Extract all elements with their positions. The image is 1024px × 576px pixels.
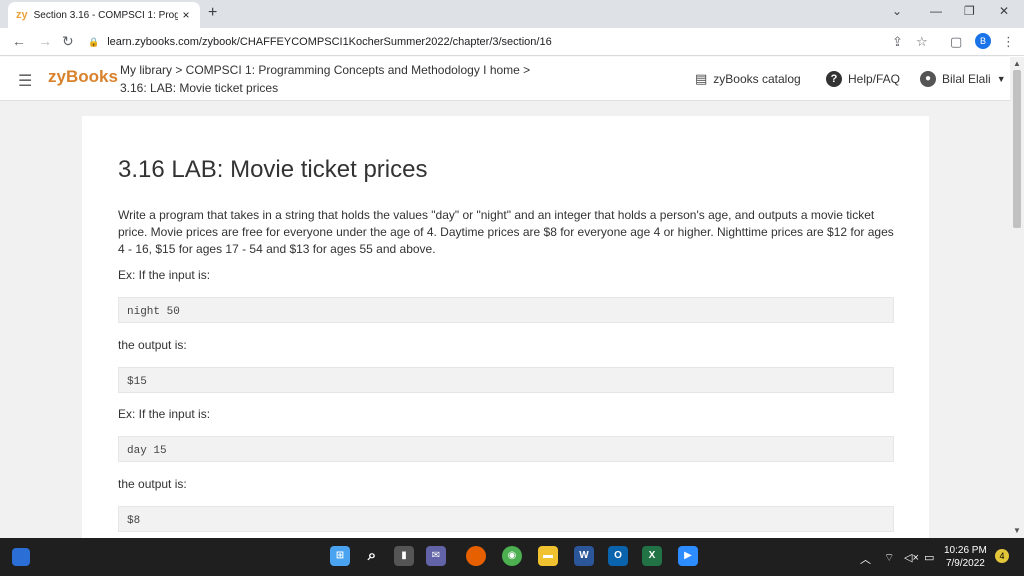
system-clock[interactable]: 10:26 PM 7/9/2022 [944, 544, 987, 570]
forward-icon[interactable]: → [38, 33, 52, 49]
hamburger-menu-icon[interactable]: ☰ [18, 71, 32, 91]
excel-icon[interactable]: X [642, 546, 662, 566]
scroll-up-icon[interactable]: ▲ [1013, 59, 1021, 68]
catalog-label: zyBooks catalog [713, 72, 801, 86]
share-icon[interactable]: ⇪ [892, 34, 903, 50]
teams-chat-icon[interactable]: ✉ [426, 546, 446, 566]
tab-close-icon[interactable]: × [178, 8, 194, 22]
address-bar[interactable]: 🔒 learn.zybooks.com/zybook/CHAFFEYCOMPSC… [88, 31, 688, 53]
browser-toolbar: ← → ↻ 🔒 learn.zybooks.com/zybook/CHAFFEY… [0, 28, 1024, 56]
zybooks-header: ☰ zyBooks My library > COMPSCI 1: Progra… [0, 57, 1010, 101]
catalog-link[interactable]: ▤ zyBooks catalog [695, 71, 801, 87]
zybooks-favicon-icon: zy [16, 9, 28, 21]
volume-icon[interactable]: ◁× [904, 551, 919, 564]
zoom-icon[interactable]: ▶ [678, 546, 698, 566]
clock-time: 10:26 PM [944, 545, 987, 556]
breadcrumb-current: 3.16: LAB: Movie ticket prices [120, 81, 279, 95]
help-label: Help/FAQ [848, 72, 901, 86]
widgets-icon[interactable] [12, 548, 30, 566]
lab-description: Write a program that takes in a string t… [118, 208, 894, 256]
user-name: Bilal Elali [942, 72, 991, 86]
section-title: 3.16 LAB: Movie ticket prices [118, 156, 428, 183]
restore-icon[interactable]: ❐ [964, 4, 975, 18]
extension-icon[interactable]: ▢ [950, 34, 962, 50]
back-icon[interactable]: ← [12, 33, 26, 49]
zybooks-logo[interactable]: zyBooks [48, 67, 118, 87]
windows-start-icon[interactable]: ⊞ [330, 546, 350, 566]
url-text: learn.zybooks.com/zybook/CHAFFEYCOMPSCI1… [107, 36, 552, 48]
new-tab-button[interactable]: + [208, 4, 217, 22]
minimize-icon[interactable]: — [930, 4, 942, 18]
tray-chevron-icon[interactable]: ︿ [860, 551, 871, 567]
example-output-label: the output is: [118, 477, 187, 491]
bookmark-star-icon[interactable]: ☆ [916, 34, 928, 50]
example-output-code: $8 [118, 506, 894, 532]
tab-title: Section 3.16 - COMPSCI 1: Progr [33, 9, 178, 21]
file-explorer-icon[interactable]: ▬ [538, 546, 558, 566]
caret-down-icon: ▼ [996, 74, 1006, 84]
lock-icon: 🔒 [88, 36, 100, 47]
browser-menu-icon[interactable]: ⋮ [1002, 34, 1015, 50]
window-close-icon[interactable]: ✕ [999, 4, 1009, 18]
book-icon: ▤ [695, 71, 708, 86]
browser-tab[interactable]: zy Section 3.16 - COMPSCI 1: Progr × [8, 2, 200, 28]
wifi-icon[interactable]: ⌔ [884, 551, 894, 565]
task-view-icon[interactable]: ▮ [394, 546, 414, 566]
tab-search-chevron-icon[interactable]: ⌄ [892, 4, 902, 18]
example-output-code: $15 [118, 367, 894, 393]
example-input-label: Ex: If the input is: [118, 407, 211, 421]
profile-avatar[interactable]: B [975, 33, 991, 49]
windows-taskbar: ⊞ ⌕ ▮ ✉ ◉ ▬ W O X ▶ ︿ ⌔ ◁× ▭ [0, 538, 1024, 576]
user-icon: ● [920, 71, 936, 87]
scroll-down-icon[interactable]: ▼ [1013, 526, 1021, 535]
example-input-label: Ex: If the input is: [118, 268, 211, 282]
chrome-icon[interactable]: ◉ [502, 546, 522, 566]
battery-icon[interactable]: ▭ [924, 551, 934, 564]
example-input-code: night 50 [118, 297, 894, 323]
outlook-icon[interactable]: O [608, 546, 628, 566]
question-icon: ? [826, 71, 842, 87]
firefox-icon[interactable] [466, 546, 486, 566]
browser-tab-strip: zy Section 3.16 - COMPSCI 1: Progr × + ⌄… [0, 0, 1024, 28]
notification-badge[interactable]: 4 [995, 549, 1009, 563]
breadcrumb[interactable]: My library > COMPSCI 1: Programming Conc… [120, 63, 530, 77]
word-icon[interactable]: W [574, 546, 594, 566]
scrollbar-thumb[interactable] [1013, 70, 1021, 228]
reload-icon[interactable]: ↻ [62, 33, 74, 50]
user-menu[interactable]: ● Bilal Elali ▼ [920, 71, 1006, 87]
search-icon[interactable]: ⌕ [362, 546, 382, 566]
clock-date: 7/9/2022 [945, 558, 985, 569]
example-input-code: day 15 [118, 436, 894, 462]
example-output-label: the output is: [118, 338, 187, 352]
help-link[interactable]: ? Help/FAQ [826, 71, 900, 87]
